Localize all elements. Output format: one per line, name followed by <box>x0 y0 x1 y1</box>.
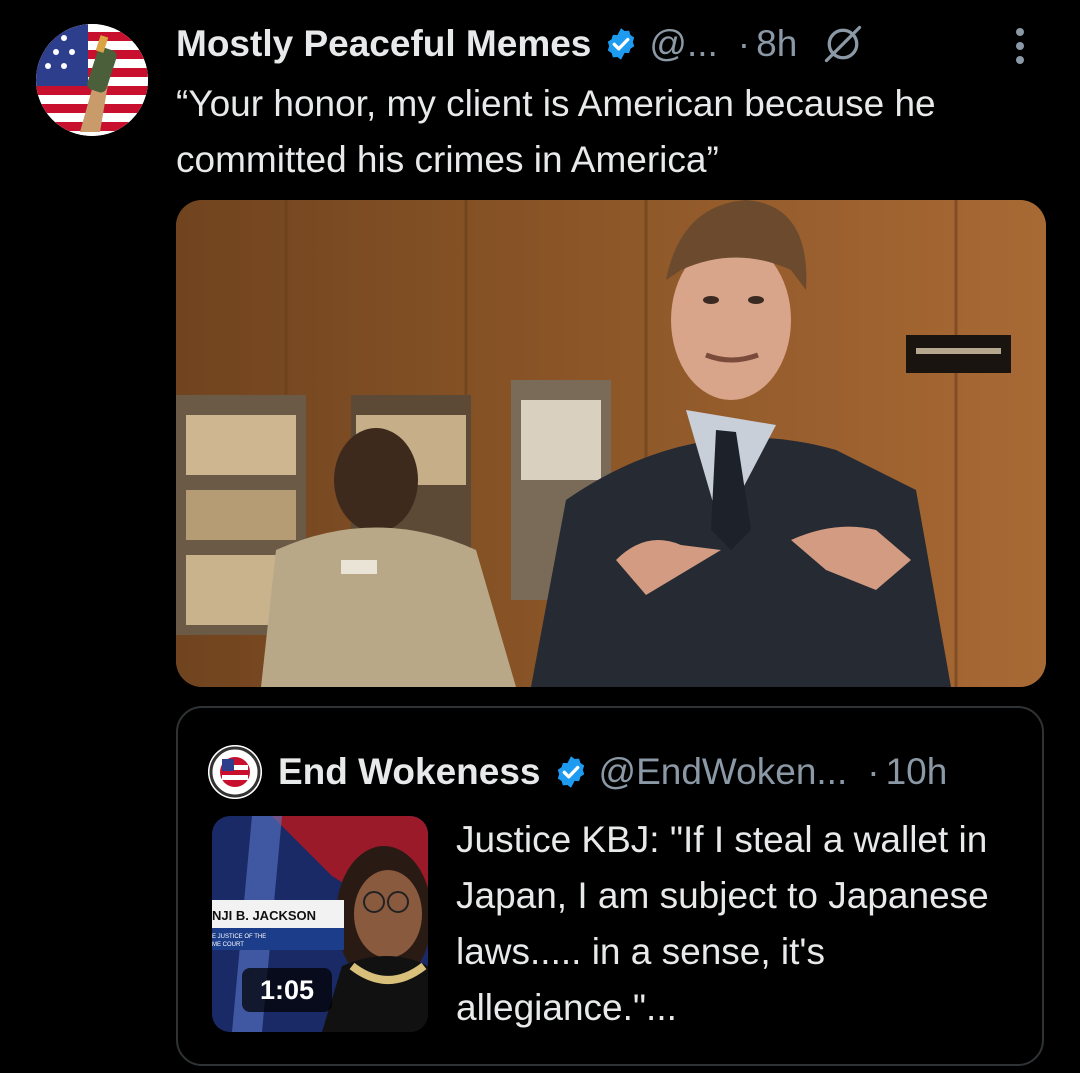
verified-badge-icon <box>553 754 589 790</box>
more-options-icon[interactable] <box>1012 26 1028 75</box>
quoted-author-handle[interactable]: @EndWoken... <box>599 751 848 793</box>
author-name[interactable]: Mostly Peaceful Memes <box>176 23 591 65</box>
thumbnail-caption-title-2: ME COURT <box>212 942 244 948</box>
thumbnail-caption-name: NJI B. JACKSON <box>212 908 316 923</box>
verified-badge-icon <box>603 26 639 62</box>
quoted-post-text: Justice KBJ: "If I steal a wallet in Jap… <box>456 819 989 1028</box>
separator-dot: · <box>737 23 751 64</box>
quoted-post-card[interactable]: End Wokeness @EndWoken... · 10h NJI B. J… <box>176 706 1044 1066</box>
post-image[interactable] <box>176 200 1046 687</box>
grok-icon[interactable] <box>821 22 865 66</box>
quoted-author-avatar[interactable] <box>208 745 262 799</box>
quoted-video-thumbnail[interactable]: NJI B. JACKSON E JUSTICE OF THE ME COURT… <box>212 816 428 1032</box>
quoted-author-name[interactable]: End Wokeness <box>278 751 541 793</box>
author-avatar[interactable] <box>36 24 148 136</box>
author-handle[interactable]: @... <box>649 23 717 65</box>
quoted-post-header: End Wokeness @EndWoken... · 10h <box>208 742 1028 802</box>
quoted-post-timestamp[interactable]: 10h <box>886 751 948 793</box>
thumbnail-caption-title-1: E JUSTICE OF THE <box>212 934 266 940</box>
separator-dot: · <box>867 751 880 792</box>
post-timestamp[interactable]: 8h <box>756 23 797 65</box>
post-text: “Your honor, my client is American becau… <box>176 83 936 180</box>
video-duration-badge: 1:05 <box>242 968 332 1012</box>
post-header: Mostly Peaceful Memes @... · 8h <box>176 18 1056 70</box>
